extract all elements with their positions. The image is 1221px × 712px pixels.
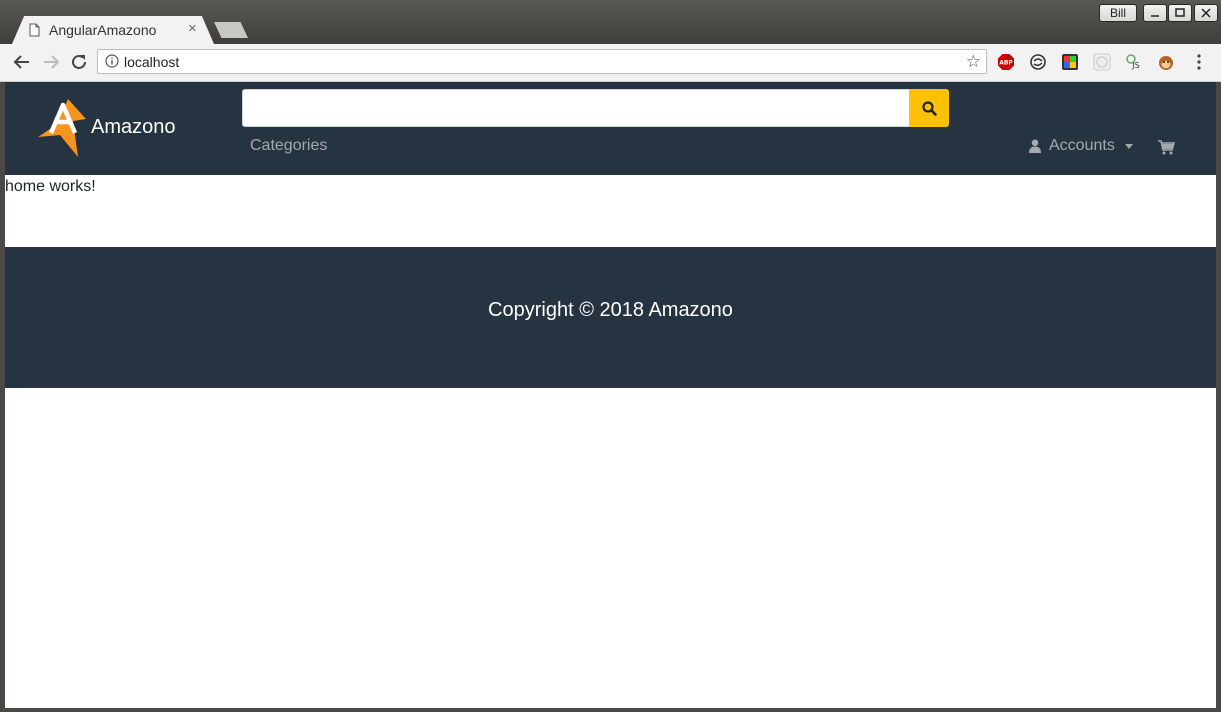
adblock-label: ABP [999,60,1013,67]
sync-icon[interactable] [1029,53,1047,71]
close-icon [1201,8,1211,18]
search-input[interactable] [242,89,910,127]
tab-title: AngularAmazono [49,22,157,38]
address-bar[interactable]: localhost ☆ [97,49,987,74]
minimize-button[interactable] [1143,4,1167,22]
accounts-label: Accounts [1049,137,1115,154]
info-icon[interactable] [105,54,119,68]
tab-close-button[interactable]: × [188,20,197,37]
js-icon[interactable]: JS [1125,53,1143,71]
user-icon [1029,139,1041,153]
page-viewport: Amazono Categories Accounts home works! [5,82,1216,708]
maximize-button[interactable] [1168,4,1192,22]
minimize-icon [1151,15,1159,17]
browser-toolbar: localhost ☆ ABP JS [0,44,1221,82]
maximize-icon [1175,8,1185,17]
js-label: JS [1131,61,1139,70]
url-text[interactable]: localhost [124,54,179,70]
page-icon [29,23,40,37]
home-message: home works! [5,178,96,195]
adblock-icon[interactable]: ABP [997,53,1015,71]
back-arrow-icon[interactable] [12,52,32,72]
categories-link[interactable]: Categories [250,137,327,155]
copyright-text: Copyright © 2018 Amazono [488,299,733,321]
search-icon [921,100,937,116]
forward-arrow-icon[interactable] [41,52,61,72]
new-tab-button[interactable] [214,22,248,38]
brand-name[interactable]: Amazono [91,116,176,139]
site-footer: Copyright © 2018 Amazono [5,247,1216,388]
menu-dots-icon[interactable] [1190,53,1208,71]
site-navbar: Amazono Categories Accounts [5,82,1216,175]
bookmark-star-icon[interactable]: ☆ [966,52,981,72]
browser-tab[interactable]: AngularAmazono × [12,16,214,44]
reload-icon[interactable] [69,52,89,72]
amazono-logo-icon[interactable] [38,99,88,157]
monkey-icon[interactable] [1157,53,1175,71]
chevron-down-icon [1124,143,1133,149]
profile-button[interactable]: Bill [1099,4,1137,22]
close-window-button[interactable] [1194,4,1218,22]
search-button[interactable] [909,89,949,127]
grid-icon[interactable] [1093,53,1111,71]
accounts-dropdown[interactable]: Accounts [1029,137,1133,155]
shopping-cart-icon[interactable] [1158,140,1175,155]
color-picker-icon[interactable] [1061,53,1079,71]
window-titlebar: Bill AngularAmazono × [0,0,1221,44]
